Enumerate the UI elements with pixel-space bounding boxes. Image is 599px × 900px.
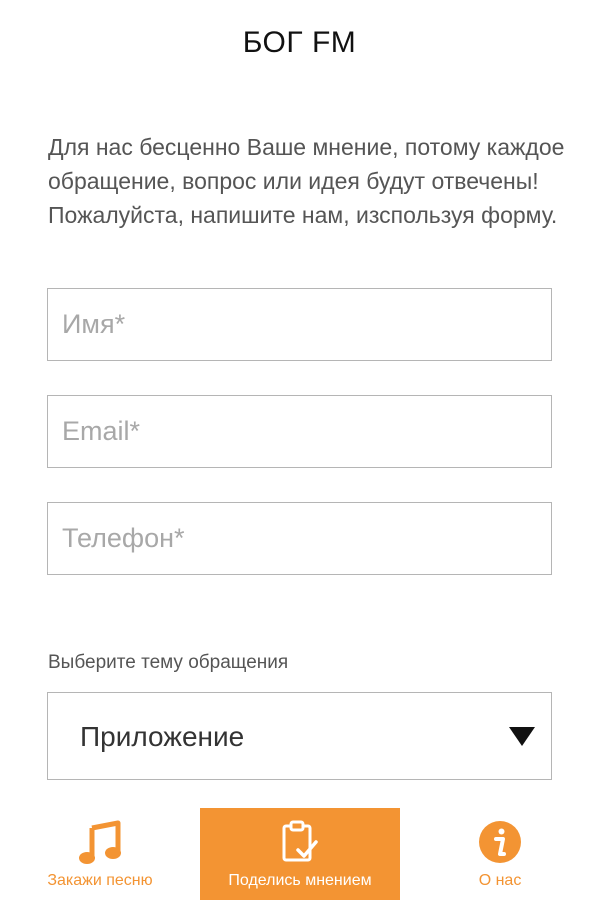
tab-share-opinion-label: Поделись мнением — [228, 872, 372, 889]
page-title: БОГ FM — [242, 26, 357, 59]
music-note-icon — [78, 820, 122, 871]
topic-select-value: Приложение — [80, 721, 245, 752]
intro-text: Для нас бесценно Ваше мнение, потому каж… — [48, 134, 565, 228]
topic-select[interactable]: Приложение — [47, 692, 552, 780]
tab-share-opinion[interactable]: Поделись мнением — [200, 808, 400, 900]
phone-field-container — [47, 502, 552, 575]
clipboard-check-icon — [280, 820, 320, 871]
phone-field[interactable] — [48, 503, 551, 574]
name-field[interactable] — [48, 289, 551, 360]
info-icon — [478, 820, 522, 869]
tab-about[interactable]: О нас — [400, 808, 599, 900]
tab-order-song[interactable]: Закажи песню — [0, 808, 200, 900]
topic-select-label: Выберите тему обращения — [48, 652, 289, 673]
email-field[interactable] — [48, 396, 551, 467]
dropdown-arrow-icon — [509, 727, 535, 746]
name-field-container — [47, 288, 552, 361]
tab-order-song-label: Закажи песню — [47, 872, 153, 889]
email-field-container — [47, 395, 552, 468]
tab-bar: Закажи песню Поделись мнением О нас — [0, 808, 599, 900]
tab-about-label: О нас — [478, 872, 522, 889]
